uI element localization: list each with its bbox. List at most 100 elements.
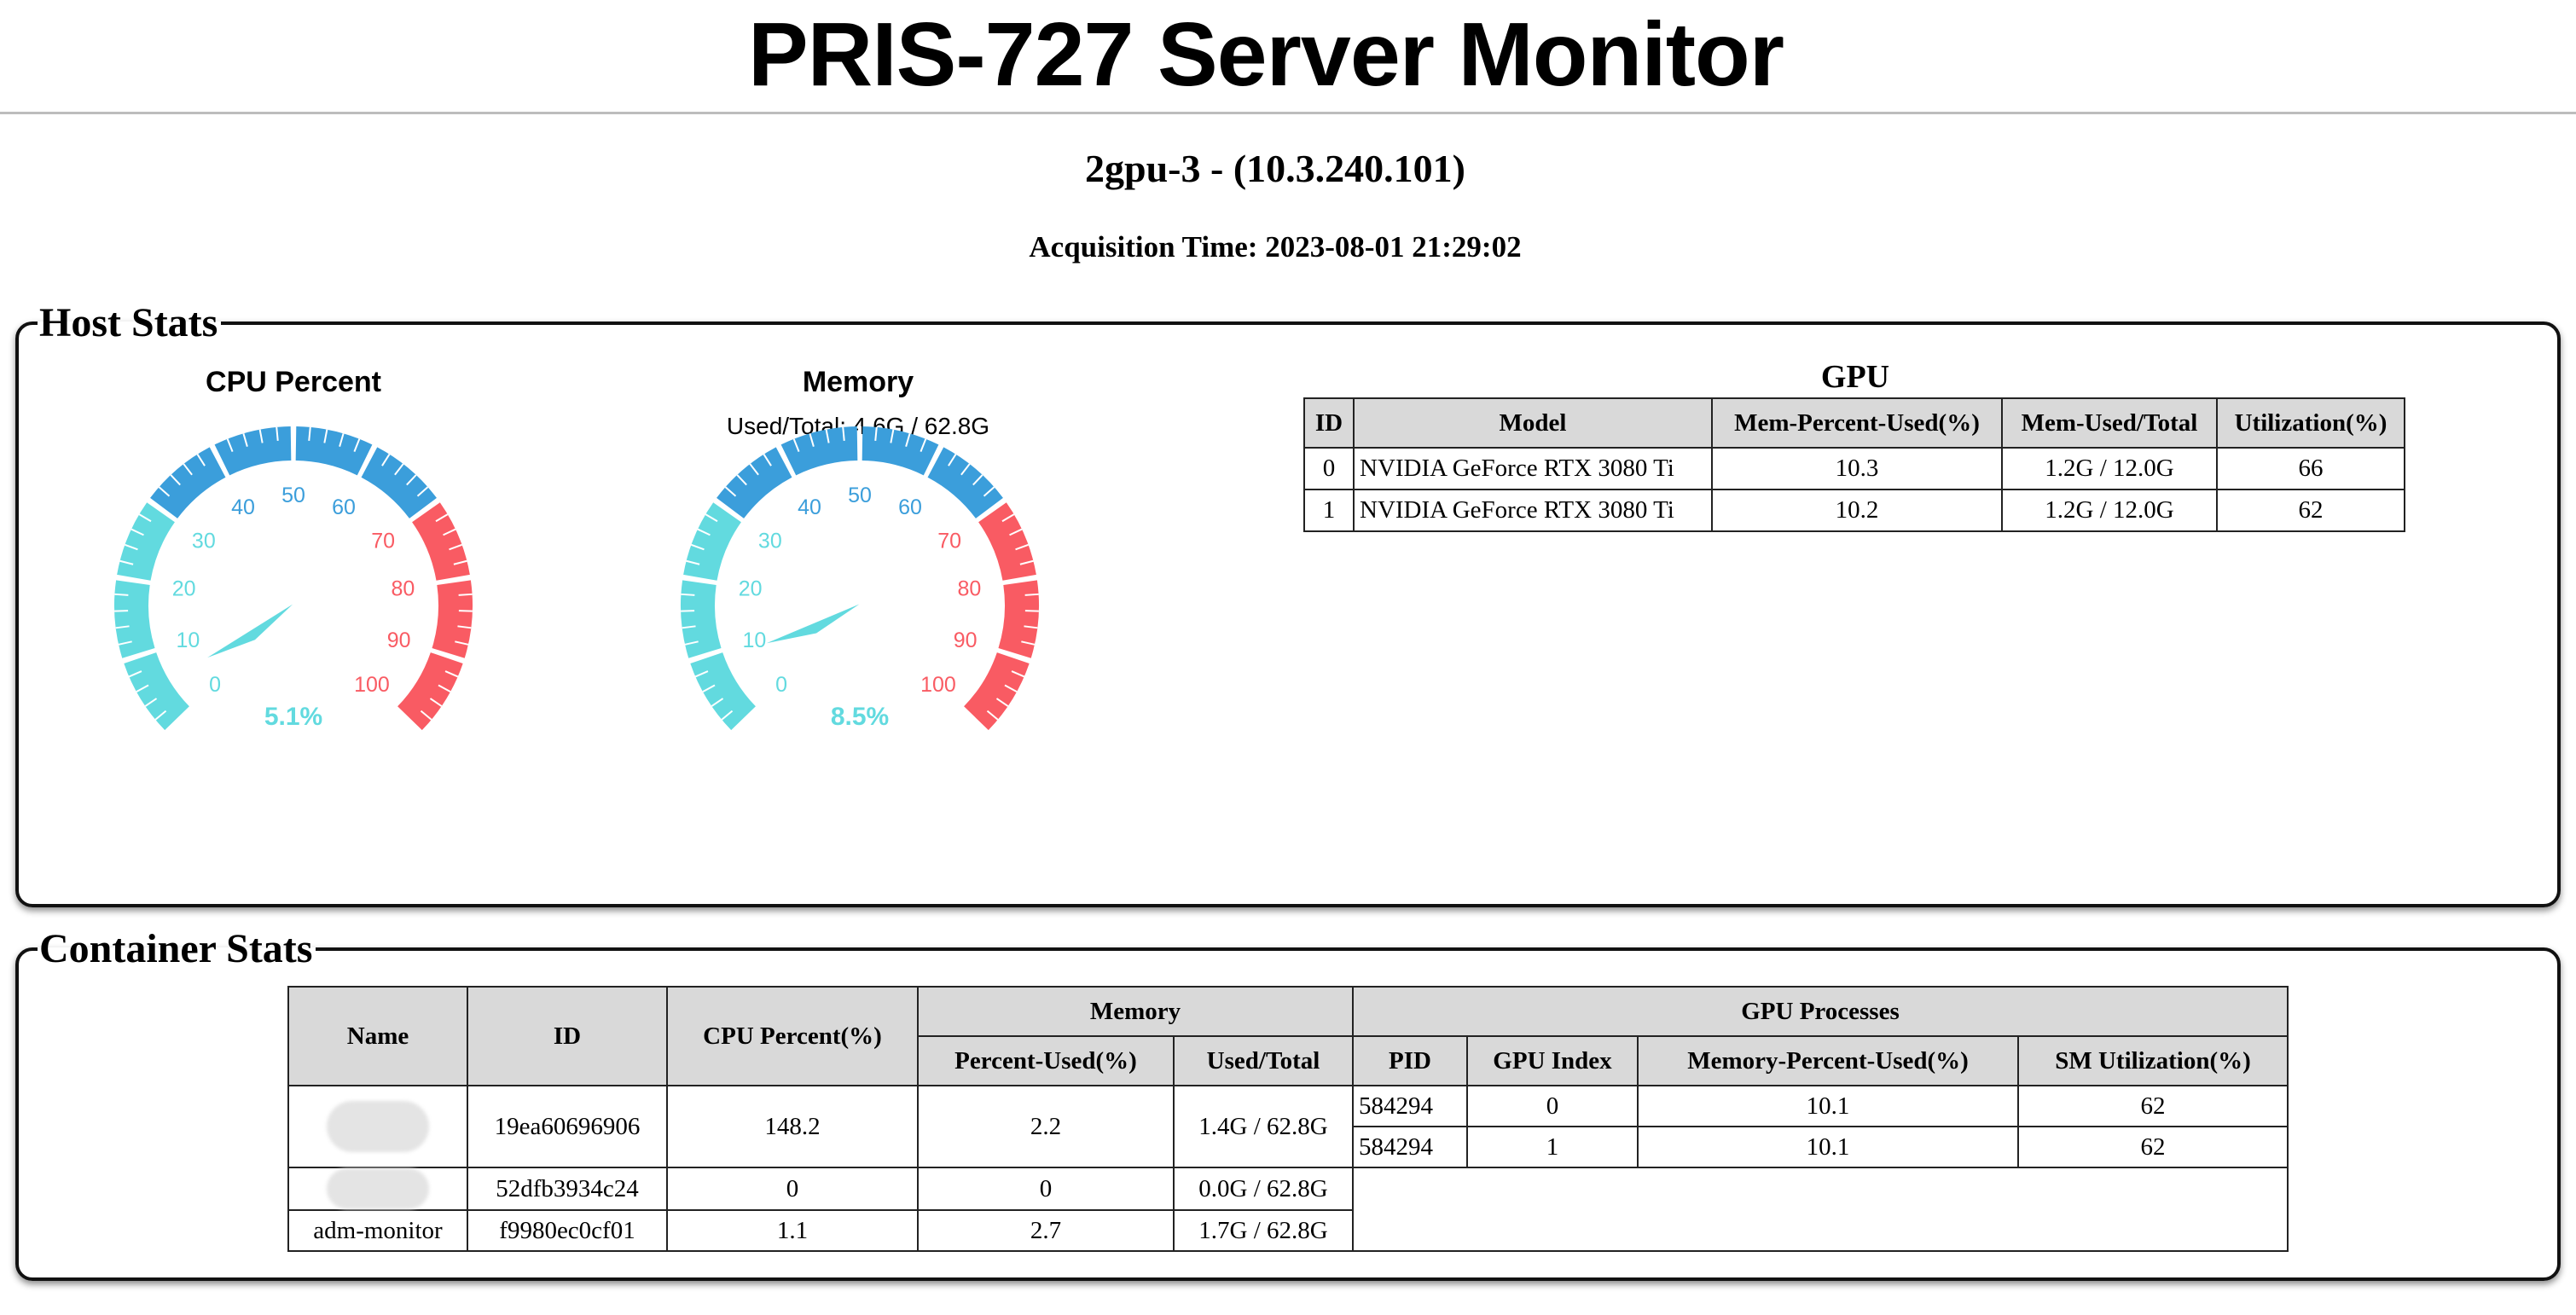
- container-id: 52dfb3934c24: [467, 1167, 668, 1211]
- container-id: f9980ec0cf01: [467, 1209, 668, 1252]
- memory-gauge-tick-label: 30: [758, 530, 782, 553]
- redacted-name: [327, 1101, 429, 1152]
- memory-gauge-arc-segment: [681, 580, 722, 658]
- memory-gauge-tick-label: 0: [775, 673, 787, 697]
- cpu-gauge-arc-segment: [113, 580, 155, 658]
- memory-gauge-tick-label: 90: [954, 629, 978, 652]
- redacted-name: [327, 1168, 429, 1209]
- cpu-gauge-tick-label: 70: [371, 530, 395, 553]
- cpu-gauge-tick-label: 0: [209, 673, 221, 697]
- gpu-col-id: ID: [1303, 397, 1355, 449]
- container-col-cpu: CPU Percent(%): [666, 986, 919, 1086]
- memory-gauge-tick-label: 60: [898, 495, 922, 519]
- table-row: 0 NVIDIA GeForce RTX 3080 Ti 10.3 1.2G /…: [1303, 447, 2405, 490]
- cpu-gauge-needle: [207, 604, 293, 658]
- gpu-mem-used: 1.2G / 12.0G: [2001, 489, 2218, 532]
- cpu-gauge-tick-label: 20: [172, 577, 196, 601]
- memory-gauge-tick-label: 10: [742, 629, 766, 652]
- gpu-mem-used: 1.2G / 12.0G: [2001, 447, 2218, 490]
- container-name-cell: [287, 1167, 468, 1211]
- acquisition-time: Acquisition Time: 2023-08-01 21:29:02: [1029, 230, 1522, 264]
- cpu-gauge-tick-label: 100: [354, 673, 390, 697]
- gpu-utilization: 66: [2216, 447, 2405, 490]
- gpu-col-utilization: Utilization(%): [2216, 397, 2405, 449]
- container-mem-percent: 0: [917, 1167, 1175, 1211]
- cpu-gauge-arc-segment: [432, 580, 473, 658]
- gpu-id: 1: [1303, 489, 1355, 532]
- cpu-gauge: 0 10 20 30 40 50 60 70 80 90 100 5.1%: [113, 426, 473, 733]
- process-gpu-index: 1: [1466, 1126, 1639, 1168]
- gpu-col-mem-used: Mem-Used/Total: [2001, 397, 2218, 449]
- host-stats-legend: Host Stats: [39, 300, 218, 345]
- cpu-gauge-tick-label: 90: [387, 629, 411, 652]
- cpu-gauge-tick-label: 30: [192, 530, 216, 553]
- container-col-gpu-mem: Memory-Percent-Used(%): [1637, 1035, 2019, 1086]
- container-id: 19ea60696906: [467, 1085, 668, 1168]
- gpu-table: ID Model Mem-Percent-Used(%) Mem-Used/To…: [1303, 397, 2405, 532]
- table-row: 52dfb3934c24 0 0 0.0G / 62.8G: [287, 1167, 2289, 1252]
- process-sm: 62: [2017, 1126, 2289, 1168]
- container-name-cell: [287, 1085, 468, 1168]
- container-table: Name ID CPU Percent(%) Memory GPU Proces…: [287, 986, 2289, 1252]
- container-col-mem-percent: Percent-Used(%): [917, 1035, 1175, 1086]
- container-stats-legend: Container Stats: [39, 926, 313, 971]
- memory-gauge: 0 10 20 30 40 50 60 70 80 90 100 8.5%: [681, 426, 1039, 733]
- host-name: 2gpu-3 - (10.3.240.101): [1085, 147, 1465, 190]
- gpu-mem-percent: 10.2: [1711, 489, 2003, 532]
- container-mem-used: 1.4G / 62.8G: [1173, 1085, 1354, 1168]
- container-mem-used: 0.0G / 62.8G: [1173, 1167, 1354, 1211]
- table-row: 1 NVIDIA GeForce RTX 3080 Ti 10.2 1.2G /…: [1303, 489, 2405, 532]
- memory-gauge-tick-label: 50: [848, 484, 872, 507]
- container-col-pid: PID: [1352, 1035, 1468, 1086]
- gpu-col-model: Model: [1353, 397, 1713, 449]
- gpu-model: NVIDIA GeForce RTX 3080 Ti: [1353, 447, 1713, 490]
- process-sm: 62: [2017, 1085, 2289, 1127]
- container-name: adm-monitor: [287, 1209, 468, 1252]
- table-row: 19ea60696906 148.2 2.2 1.4G / 62.8G 5842…: [287, 1085, 2289, 1168]
- process-mem: 10.1: [1637, 1085, 2019, 1127]
- container-col-sm-util: SM Utilization(%): [2017, 1035, 2289, 1086]
- memory-gauge-tick-label: 100: [920, 673, 956, 697]
- cpu-gauge-tick: [458, 593, 473, 596]
- memory-gauge-tick-label: 80: [957, 577, 981, 601]
- memory-gauge-value-label: 8.5%: [831, 703, 889, 731]
- cpu-gauge-tick-label: 40: [231, 495, 255, 519]
- memory-gauge-tick-label: 20: [739, 577, 763, 601]
- cpu-gauge-value-label: 5.1%: [264, 703, 322, 731]
- container-col-name: Name: [287, 986, 468, 1086]
- memory-gauge-tick-label: 40: [798, 495, 821, 519]
- gpu-table-header-row: ID Model Mem-Percent-Used(%) Mem-Used/To…: [1303, 397, 2405, 449]
- container-cpu: 148.2: [666, 1085, 919, 1168]
- cpu-gauge-title: CPU Percent: [206, 366, 381, 398]
- memory-gauge-arc-segment: [998, 580, 1039, 658]
- memory-gauge-title: Memory: [802, 366, 914, 398]
- container-mem-percent: 2.2: [917, 1085, 1175, 1168]
- empty-processes-cell: [1353, 1167, 2289, 1252]
- cpu-gauge-tick: [114, 593, 129, 596]
- cpu-gauge-tick-label: 80: [391, 577, 415, 601]
- container-col-mem-used: Used/Total: [1173, 1035, 1354, 1086]
- container-cpu: 0: [666, 1167, 919, 1211]
- process-pid: 584294: [1352, 1085, 1468, 1127]
- page-title: PRIS-727 Server Monitor: [747, 4, 1784, 105]
- container-mem-percent: 2.7: [917, 1209, 1175, 1252]
- cpu-gauge-tick-label: 60: [332, 495, 356, 519]
- container-header-row-1: Name ID CPU Percent(%) Memory GPU Proces…: [287, 986, 2289, 1086]
- gpu-mem-percent: 10.3: [1711, 447, 2003, 490]
- container-col-gpu-index: GPU Index: [1466, 1035, 1639, 1086]
- memory-gauge-tick-label: 70: [937, 530, 961, 553]
- memory-gauge-tick: [1024, 593, 1039, 596]
- container-col-gpu-processes: GPU Processes: [1352, 986, 2289, 1037]
- container-col-memory: Memory: [917, 986, 1354, 1037]
- process-mem: 10.1: [1637, 1126, 2019, 1168]
- cpu-gauge-tick-label: 50: [281, 484, 305, 507]
- process-pid: 584294: [1352, 1126, 1468, 1168]
- container-cpu: 1.1: [666, 1209, 919, 1252]
- page-header: PRIS-727 Server Monitor: [0, 0, 2576, 114]
- gpu-utilization: 62: [2216, 489, 2405, 532]
- memory-gauge-needle: [766, 604, 860, 644]
- memory-gauge-tick: [681, 593, 695, 596]
- gpu-col-mem-percent: Mem-Percent-Used(%): [1711, 397, 2003, 449]
- container-mem-used: 1.7G / 62.8G: [1173, 1209, 1354, 1252]
- container-col-id: ID: [467, 986, 668, 1086]
